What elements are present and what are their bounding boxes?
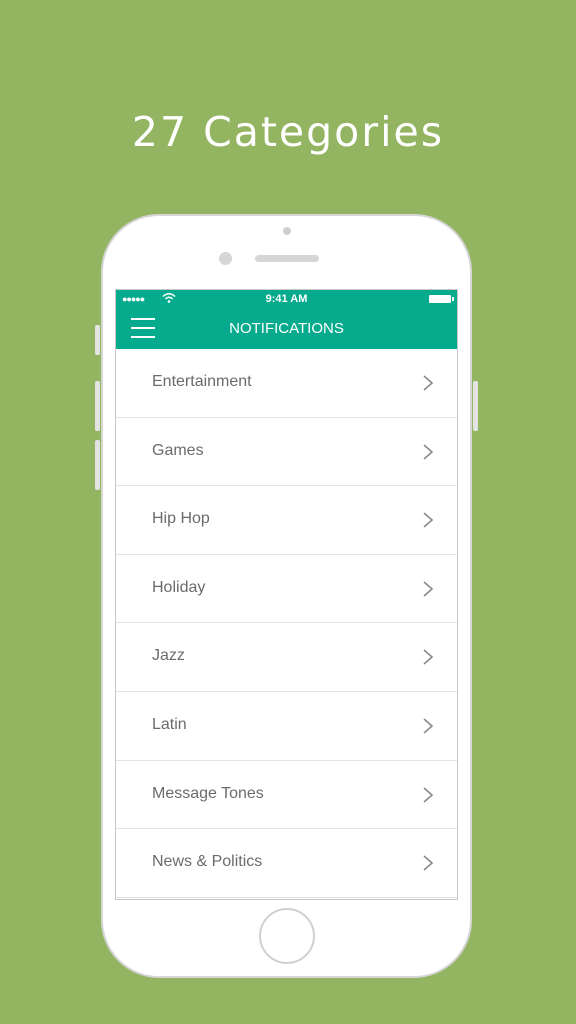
- nav-bar: NOTIFICATIONS: [116, 308, 457, 349]
- power-button: [473, 381, 478, 431]
- chevron-right-icon: [423, 649, 434, 665]
- list-item-entertainment[interactable]: Entertainment: [116, 349, 457, 418]
- status-time: 9:41 AM: [265, 293, 308, 305]
- front-camera: [219, 252, 232, 265]
- list-item-label: Hip Hop: [152, 510, 210, 528]
- list-item-label: News & Politics: [152, 853, 263, 871]
- chevron-right-icon: [423, 786, 434, 803]
- list-item-message-tones[interactable]: Message Tones: [116, 761, 457, 830]
- list-item-label: Holiday: [152, 578, 206, 596]
- earpiece-speaker: [255, 255, 319, 262]
- list-item-label: Jazz: [152, 647, 185, 665]
- chevron-right-icon: [423, 581, 434, 597]
- list-item-holiday[interactable]: Holiday: [116, 555, 457, 624]
- chevron-right-icon: [423, 375, 434, 391]
- mute-switch: [95, 325, 100, 355]
- home-button[interactable]: [259, 908, 315, 964]
- list-item-hip-hop[interactable]: Hip Hop: [116, 486, 457, 555]
- chevron-right-icon: [423, 718, 434, 734]
- list-item-news-politics[interactable]: News & Politics: [116, 829, 457, 898]
- volume-up-button: [95, 381, 100, 431]
- nav-title: NOTIFICATIONS: [229, 320, 344, 337]
- list-item-jazz[interactable]: Jazz: [116, 623, 457, 692]
- sensor-dot: [283, 227, 291, 235]
- headline: 27 Categories: [131, 108, 445, 156]
- category-list: Entertainment Games Hip Hop Holiday Jazz…: [116, 349, 457, 898]
- list-item-label: Entertainment: [152, 373, 252, 390]
- chevron-right-icon: [423, 855, 434, 871]
- list-item-latin[interactable]: Latin: [116, 692, 457, 761]
- chevron-right-icon: [423, 512, 434, 528]
- list-item-games[interactable]: Games: [116, 418, 457, 487]
- list-item-label: Latin: [152, 715, 187, 733]
- app-screen: ●●●●● 9:41 AM NOTIFICATIONS Entertainmen…: [115, 289, 458, 900]
- chevron-right-icon: [423, 443, 434, 460]
- status-bar: ●●●●● 9:41 AM: [116, 290, 457, 308]
- list-item-label: Message Tones: [152, 784, 264, 802]
- list-item-label: Games: [152, 441, 204, 459]
- volume-down-button: [95, 440, 100, 490]
- battery-icon: [429, 295, 454, 303]
